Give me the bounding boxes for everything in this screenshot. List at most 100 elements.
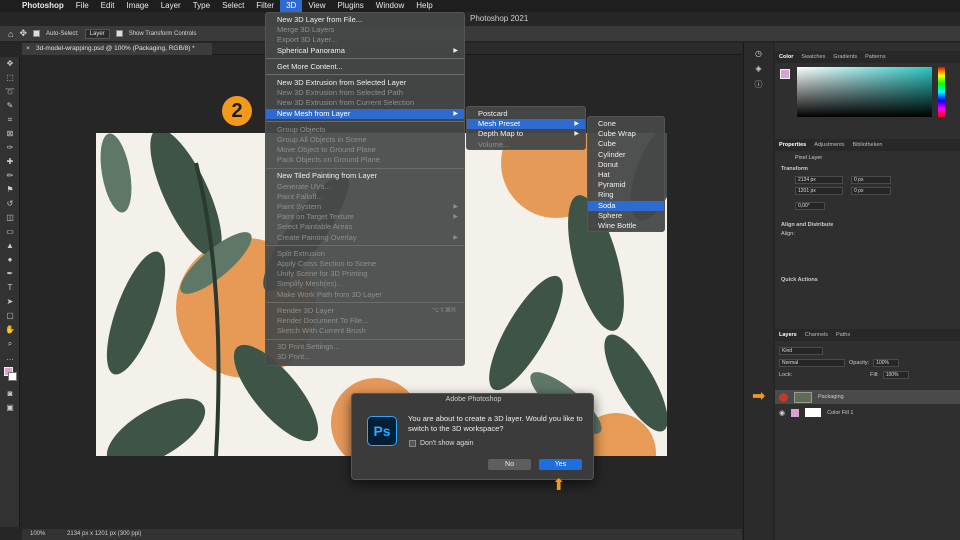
layer-name[interactable]: Color Fill 1 <box>827 410 853 416</box>
hue-slider[interactable] <box>938 67 945 117</box>
zoom-level[interactable]: 100% <box>30 531 45 537</box>
no-button[interactable]: No <box>488 459 531 470</box>
show-transform-checkbox[interactable] <box>115 30 123 37</box>
stamp-icon[interactable]: ⚑ <box>0 183 20 197</box>
home-icon[interactable]: ⌂ <box>8 29 13 39</box>
angle-field[interactable]: 0,00° <box>795 202 825 210</box>
menu-file[interactable]: File <box>70 0 95 12</box>
dodge-icon[interactable]: ● <box>0 253 20 267</box>
menu-layer[interactable]: Layer <box>155 0 187 12</box>
move-icon[interactable]: ✥ <box>0 57 20 71</box>
shape-icon[interactable]: ▢ <box>0 309 20 323</box>
libraries-icon[interactable]: ◈ <box>744 64 773 73</box>
3d-menu-item-new-tiled-painting-from-layer[interactable]: New Tiled Painting from Layer <box>266 171 464 181</box>
blend-mode-dropdown[interactable]: Normal <box>779 359 845 367</box>
blur-icon[interactable]: ▲ <box>0 239 20 253</box>
preset-item-donut[interactable]: Donut <box>588 160 664 170</box>
menu-app[interactable]: Photoshop <box>16 0 70 12</box>
path-select-icon[interactable]: ➤ <box>0 295 20 309</box>
foreground-swatch[interactable] <box>780 69 790 79</box>
color-swatches-icon[interactable] <box>0 365 20 387</box>
quick-mask-icon[interactable]: ◙ <box>0 387 20 401</box>
tab-patterns[interactable]: Patterns <box>865 51 885 63</box>
preset-item-cube[interactable]: Cube <box>588 139 664 149</box>
3d-menu-item-new-3d-extrusion-from-selected-layer[interactable]: New 3D Extrusion from Selected Layer <box>266 78 464 88</box>
preset-item-hat[interactable]: Hat <box>588 170 664 180</box>
3d-menu-item-spherical-panorama[interactable]: Spherical Panorama ▶ <box>266 46 464 56</box>
preset-item-cylinder[interactable]: Cylinder <box>588 150 664 160</box>
menu-type[interactable]: Type <box>187 0 216 12</box>
zoom-icon[interactable]: ⌕ <box>0 337 20 351</box>
color-field[interactable] <box>797 67 932 117</box>
frame-icon[interactable]: ⊠ <box>0 127 20 141</box>
menu-help[interactable]: Help <box>410 0 438 12</box>
layer-row-packaging[interactable]: Packaging <box>775 390 960 404</box>
healing-icon[interactable]: ✚ <box>0 155 20 169</box>
3d-menu-item-get-more-content[interactable]: Get More Content... <box>266 62 464 72</box>
hand-icon[interactable]: ✋ <box>0 323 20 337</box>
tab-bibliotheken[interactable]: Bibliotheken <box>852 139 882 151</box>
preset-item-pyramid[interactable]: Pyramid <box>588 180 664 190</box>
eraser-icon[interactable]: ◫ <box>0 211 20 225</box>
marquee-icon[interactable]: ⬚ <box>0 71 20 85</box>
preset-item-cone[interactable]: Cone <box>588 119 664 129</box>
fill-field[interactable]: 100% <box>882 371 909 379</box>
3d-menu-item-new-mesh-from-layer[interactable]: New Mesh from Layer ▶ <box>266 108 464 119</box>
yes-button[interactable]: Yes <box>539 459 582 470</box>
gradient-icon[interactable]: ▭ <box>0 225 20 239</box>
pen-icon[interactable]: ✒ <box>0 267 20 281</box>
eyedropper-icon[interactable]: ✑ <box>0 141 20 155</box>
brush-icon[interactable]: ✏ <box>0 169 20 183</box>
align-heading[interactable]: Align and Distribute <box>781 222 954 228</box>
crop-icon[interactable]: ⌗ <box>0 113 20 127</box>
tab-color[interactable]: Color <box>779 51 793 63</box>
menu-view[interactable]: View <box>302 0 331 12</box>
color-picker[interactable] <box>775 63 960 123</box>
visibility-eye-icon[interactable]: ◉ <box>779 409 785 417</box>
auto-select-dropdown[interactable]: Layer <box>84 28 110 39</box>
menu-window[interactable]: Window <box>370 0 410 12</box>
layer-row-color-fill[interactable]: ◉ Color Fill 1 <box>775 406 960 419</box>
preset-item-wine-bottle[interactable]: Wine Bottle <box>588 221 664 231</box>
visibility-eye-icon[interactable] <box>779 392 788 402</box>
tab-layers[interactable]: Layers <box>779 329 797 341</box>
height-field[interactable]: 1201 px <box>795 187 843 195</box>
opacity-field[interactable]: 100% <box>873 359 900 367</box>
tab-paths[interactable]: Paths <box>836 329 850 341</box>
menu-3d[interactable]: 3D <box>280 0 303 12</box>
menu-filter[interactable]: Filter <box>250 0 280 12</box>
close-tab-icon[interactable]: × <box>26 43 30 55</box>
tab-adjustments[interactable]: Adjustments <box>814 139 844 151</box>
tab-swatches[interactable]: Swatches <box>801 51 825 63</box>
history-icon[interactable]: ◷ <box>744 49 773 58</box>
info-icon[interactable]: ⓘ <box>744 79 773 90</box>
x-field[interactable]: 0 px <box>851 176 891 184</box>
mesh-submenu-item-depth-map-to[interactable]: Depth Map to ▶ <box>467 129 585 139</box>
tab-properties[interactable]: Properties <box>779 139 806 151</box>
quick-actions-heading[interactable]: Quick Actions <box>781 277 954 283</box>
document-tab[interactable]: × 3d-model-wrapping.psd @ 100% (Packagin… <box>22 43 212 55</box>
history-brush-icon[interactable]: ↺ <box>0 197 20 211</box>
width-field[interactable]: 2134 px <box>795 176 843 184</box>
menu-image[interactable]: Image <box>120 0 154 12</box>
type-icon[interactable]: T <box>0 281 20 295</box>
transform-heading[interactable]: Transform <box>781 166 954 172</box>
kind-filter[interactable]: Kind <box>779 347 823 355</box>
layer-name[interactable]: Packaging <box>818 394 844 400</box>
y-field[interactable]: 0 px <box>851 187 891 195</box>
menu-edit[interactable]: Edit <box>95 0 121 12</box>
3d-menu-item-new-3d-layer-from-file[interactable]: New 3D Layer from File... <box>266 15 464 25</box>
tab-channels[interactable]: Channels <box>805 329 828 341</box>
mesh-submenu-item-postcard[interactable]: Postcard <box>467 109 585 119</box>
dont-show-again-checkbox[interactable] <box>409 440 416 447</box>
preset-item-ring[interactable]: Ring <box>588 190 664 200</box>
quick-select-icon[interactable]: ✎ <box>0 99 20 113</box>
tab-gradients[interactable]: Gradients <box>833 51 857 63</box>
lasso-icon[interactable]: ➰ <box>0 85 20 99</box>
mesh-submenu-item-mesh-preset[interactable]: Mesh Preset ▶ <box>467 119 585 130</box>
preset-item-sphere[interactable]: Sphere <box>588 211 664 221</box>
menu-select[interactable]: Select <box>216 0 250 12</box>
move-tool-icon[interactable]: ✥ <box>19 28 27 39</box>
more-tools-icon[interactable]: … <box>0 351 20 365</box>
screen-mode-icon[interactable]: ▣ <box>0 401 20 415</box>
